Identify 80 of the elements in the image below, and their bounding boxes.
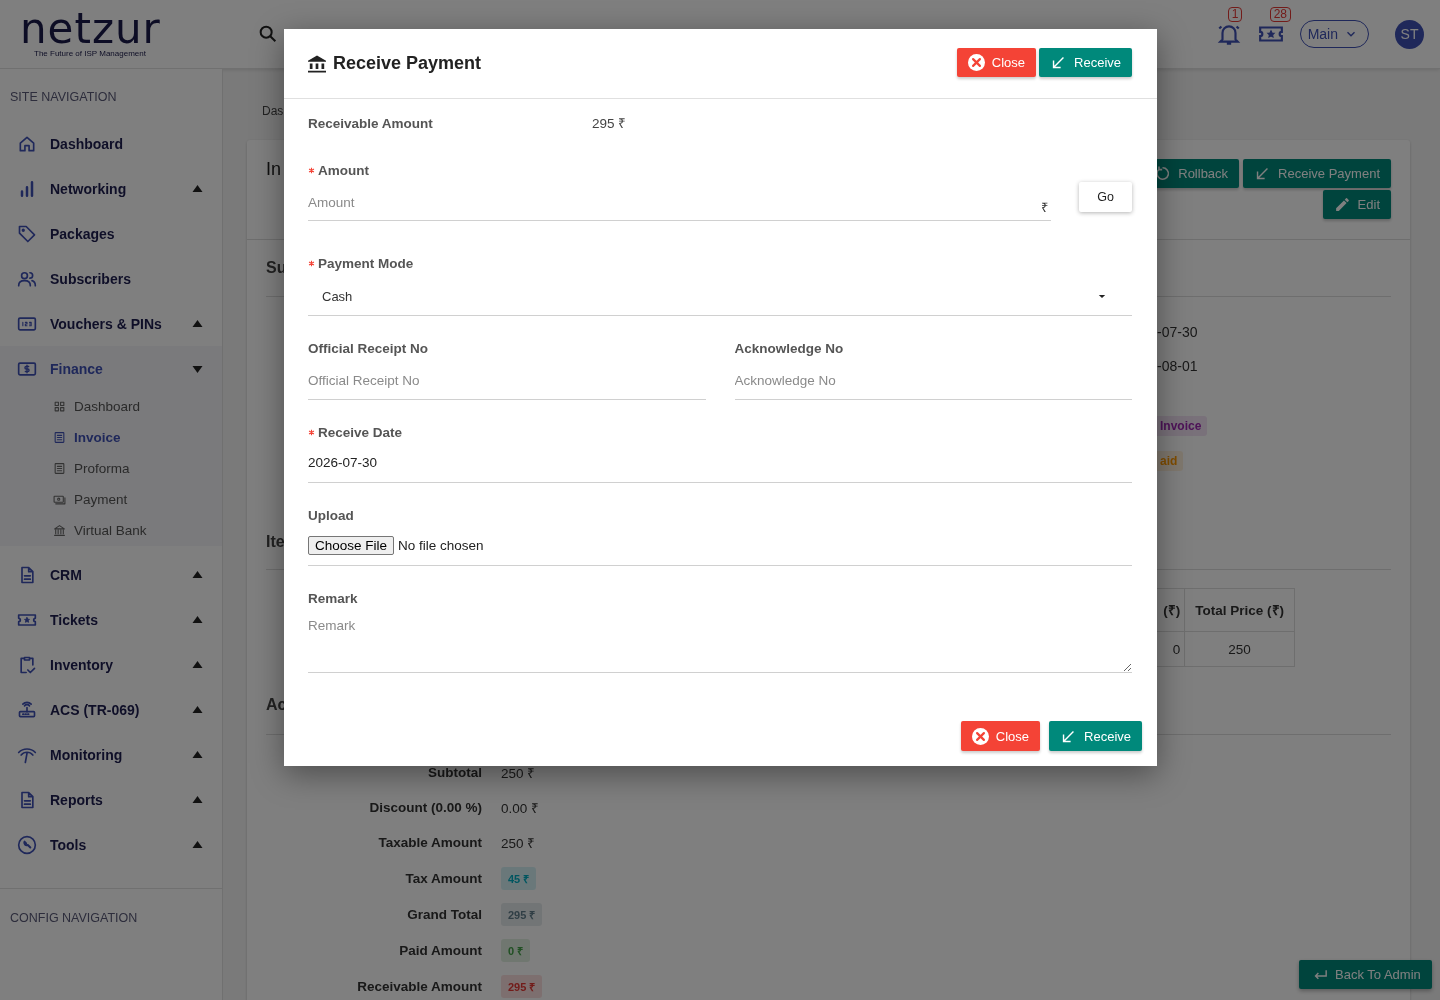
summary-label: Receivable Amount	[357, 977, 482, 996]
go-button[interactable]: Go	[1079, 182, 1132, 212]
summary-label: Subtotal	[428, 764, 482, 782]
dialog-title: Receive Payment	[333, 53, 482, 74]
wrench-icon	[17, 834, 37, 855]
grid-icon	[53, 400, 66, 413]
edit-button[interactable]: Edit	[1322, 190, 1391, 219]
field-label: Receivable Amount	[308, 115, 434, 131]
nav-item[interactable]: Packages	[0, 211, 222, 256]
bank-icon	[53, 524, 66, 537]
close-button[interactable]: Close	[960, 721, 1041, 751]
summary-label: Tax Amount	[405, 869, 482, 888]
field-label: Payment Mode	[318, 256, 414, 271]
nav-subitem[interactable]: Virtual Bank	[0, 515, 222, 546]
field-label: Remark	[308, 591, 358, 606]
back-to-admin-button[interactable]: Back To Admin	[1299, 960, 1432, 989]
nav-subitem[interactable]: Payment	[0, 484, 222, 515]
bank-icon	[308, 54, 326, 73]
amount-value: 250 ₹	[501, 765, 536, 782]
field-label: Receive Date	[318, 425, 403, 440]
amount-value: 295 ₹	[592, 115, 627, 132]
clipboard-check-icon	[17, 654, 37, 675]
date-field[interactable]: 2026-07-30	[308, 442, 1132, 483]
notification-count: 1	[1227, 7, 1243, 22]
summary-label: Grand Total	[407, 905, 482, 924]
card-title: In	[266, 158, 281, 181]
section-heading: SITE NAVIGATION	[9, 90, 118, 106]
field-label: Amount	[318, 163, 369, 178]
nav-item[interactable]: Tools	[0, 822, 222, 867]
file-status: No file chosen	[398, 537, 484, 553]
nav-item[interactable]: Finance	[0, 346, 222, 391]
logo: netzur	[20, 10, 162, 47]
avatar[interactable]: ST	[1395, 19, 1424, 49]
amount-value: 250 ₹	[501, 835, 536, 852]
nav-item[interactable]: Tickets	[0, 597, 222, 642]
nav-item[interactable]: Reports	[0, 777, 222, 822]
summary-label: Discount (0.00 %)	[369, 799, 482, 817]
currency-suffix: ₹	[1041, 199, 1048, 216]
receive-button[interactable]: Receive	[1049, 721, 1142, 751]
tag-icon	[17, 223, 37, 244]
close-button[interactable]: Close	[956, 48, 1037, 77]
close-icon	[971, 727, 989, 745]
input-field[interactable]: Official Receipt No	[308, 361, 706, 400]
summary-label: Paid Amount	[399, 941, 482, 960]
receive-button[interactable]: Receive	[1039, 48, 1132, 77]
nav-subitem[interactable]: Proforma	[0, 453, 222, 484]
nav-item[interactable]: CRM	[0, 552, 222, 597]
nav-subitem[interactable]: Invoice	[0, 422, 222, 453]
pencil-icon	[1333, 196, 1351, 213]
search-icon[interactable]	[257, 23, 279, 45]
input-field[interactable]: Acknowledge No	[734, 361, 1132, 400]
nav-item[interactable]: Subscribers	[0, 256, 222, 301]
cash-icon	[53, 493, 66, 506]
column-header: Total Price (₹)	[1184, 588, 1295, 632]
caret-icon	[1098, 293, 1106, 299]
nav-item[interactable]: Vouchers & PINs	[0, 301, 222, 346]
close-icon	[967, 54, 985, 71]
logo-tagline: The Future of ISP Management	[34, 48, 147, 58]
nav-item[interactable]: Monitoring	[0, 732, 222, 777]
choose-file-button[interactable]: Choose File	[308, 535, 395, 555]
action-button[interactable]: Receive Payment	[1243, 159, 1391, 188]
table-cell: 250	[1184, 631, 1295, 667]
field-label: Official Receipt No	[308, 341, 429, 356]
payment-mode-select[interactable]: Cash	[308, 277, 1132, 316]
nav-item[interactable]: Dashboard	[0, 121, 222, 166]
list-icon	[53, 462, 66, 475]
router-icon	[17, 699, 37, 720]
nav-item[interactable]: Inventory	[0, 642, 222, 687]
ticket-count: 28	[1269, 7, 1291, 22]
field-label: Acknowledge No	[734, 341, 844, 356]
date-value: -08-01	[1157, 358, 1199, 376]
list-icon	[53, 431, 66, 444]
workspace-dropdown[interactable]: Main	[1299, 20, 1369, 48]
date-value: -07-30	[1157, 324, 1199, 342]
nav-subitem[interactable]: Dashboard	[0, 391, 222, 422]
amount-value: 0.00 ₹	[501, 800, 540, 817]
nav-item[interactable]: Networking	[0, 166, 222, 211]
section-heading: CONFIG NAVIGATION	[9, 911, 139, 927]
summary-label: Taxable Amount	[378, 834, 482, 852]
nav-item[interactable]: ACS (TR-069)	[0, 687, 222, 732]
